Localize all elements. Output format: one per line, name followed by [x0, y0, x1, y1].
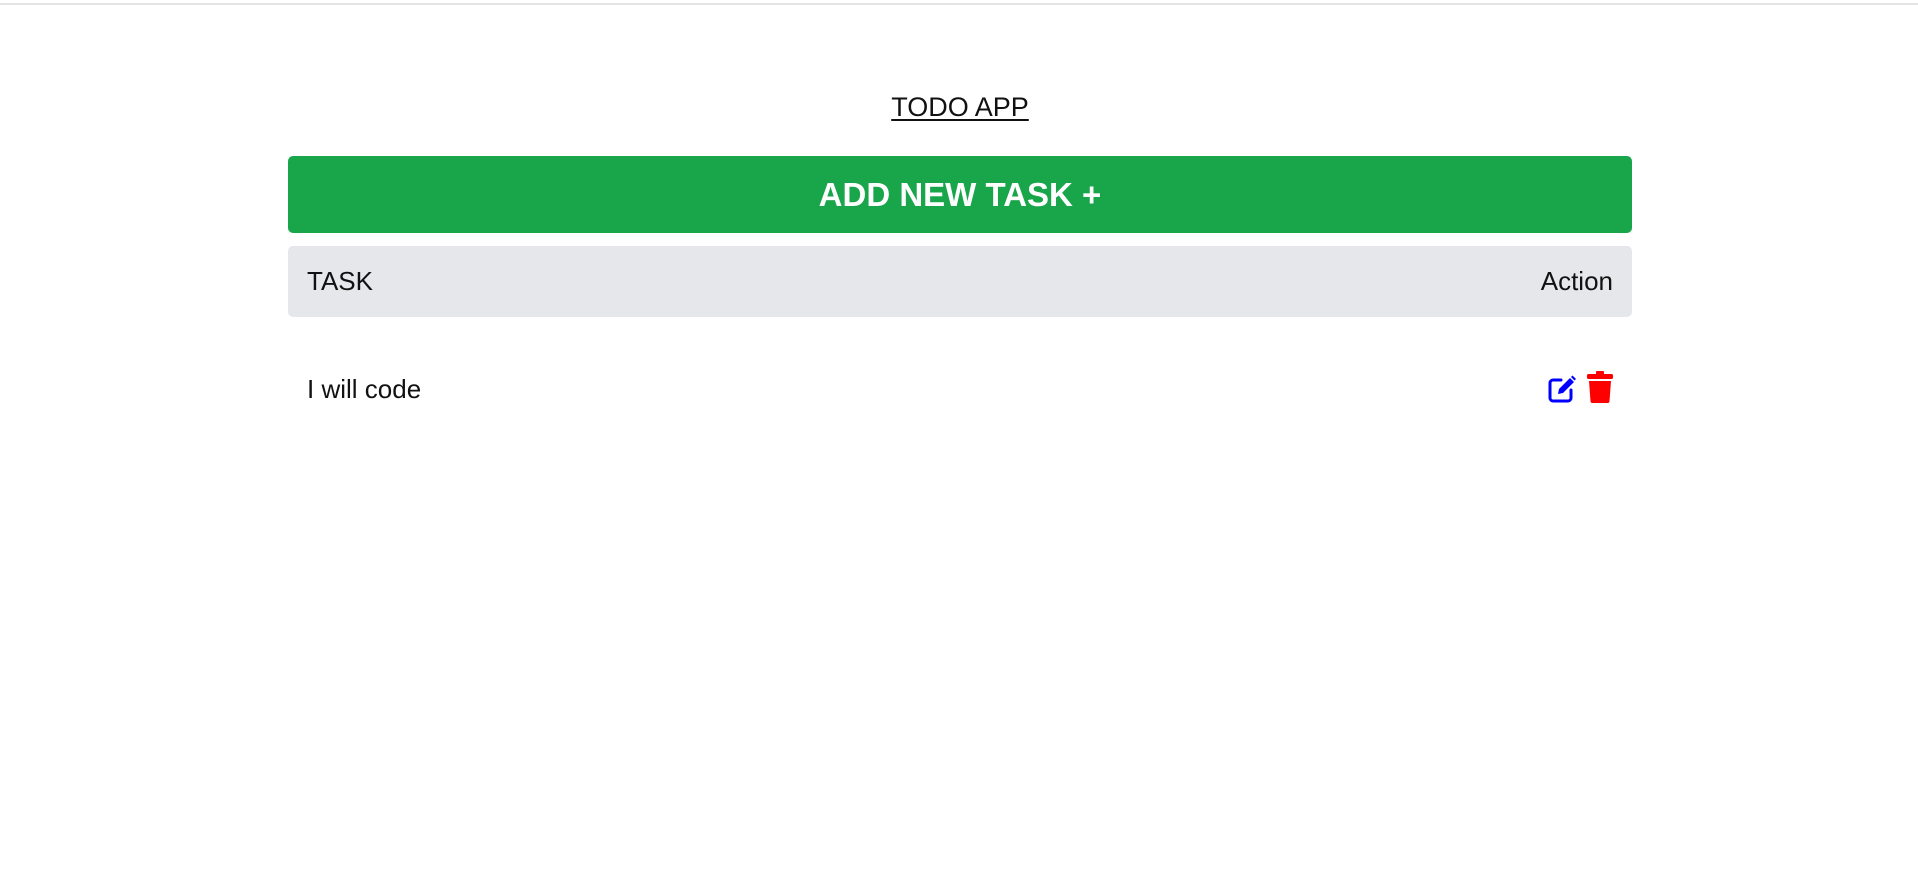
page-title: TODO APP — [891, 92, 1029, 122]
top-divider — [0, 3, 1918, 5]
column-header-action: Action — [1540, 266, 1613, 296]
column-header-task: TASK — [307, 266, 373, 296]
edit-icon[interactable] — [1546, 374, 1576, 404]
table-header: TASK Action — [288, 246, 1632, 317]
table-row: I will code — [288, 360, 1632, 418]
trash-icon[interactable] — [1587, 371, 1613, 403]
task-text: I will code — [307, 374, 422, 404]
add-new-task-button[interactable]: ADD NEW TASK + — [288, 156, 1632, 233]
